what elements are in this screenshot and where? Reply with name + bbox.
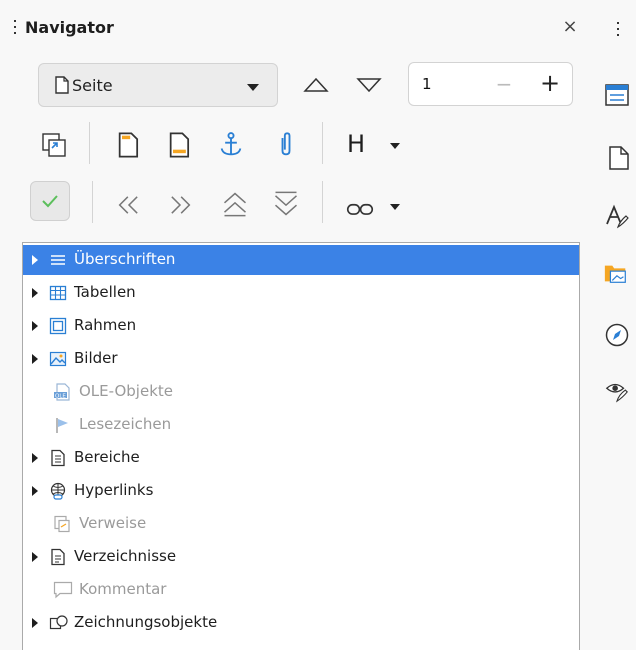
expand-arrow-icon[interactable] [32,453,38,463]
tree-item-label: Lesezeichen [79,415,172,433]
drag-mode-link-icon[interactable] [346,196,374,224]
hyperlink-globe-icon [49,482,67,500]
image-icon [49,350,67,368]
chevron-down-icon [247,84,259,91]
panel-title: Navigator [25,18,114,37]
header-icon[interactable] [115,131,143,159]
expand-arrow-icon[interactable] [32,288,38,298]
headings-icon [49,251,67,269]
promote-level-icon[interactable] [221,190,249,218]
previous-button[interactable] [303,77,329,93]
tree-item-label: Bilder [74,349,118,367]
expand-arrow-icon[interactable] [32,321,38,331]
heading-level-button[interactable]: H [347,130,365,158]
demote-level-icon[interactable] [272,190,300,218]
comment-icon [53,581,73,599]
sidebar-grip-icon[interactable] [617,22,620,40]
sidebar-tabbar [596,0,636,650]
table-icon [49,284,67,302]
drawing-object-icon [49,614,68,632]
tree-item[interactable]: Überschriften [23,245,579,275]
content-type-dropdown[interactable]: Seite [38,63,278,107]
promote-chapter-icon[interactable] [115,191,143,219]
increment-button[interactable]: + [527,63,573,105]
panel-grip-icon[interactable] [14,20,17,38]
anchor-icon[interactable] [217,131,245,159]
tree-item[interactable]: Verweise [23,509,579,539]
bookmark-icon [53,416,71,434]
frame-icon [49,317,67,335]
demote-chapter-icon[interactable] [166,191,194,219]
chevron-down-icon[interactable] [390,204,400,210]
page-number-stepper[interactable]: 1 − + [408,62,573,106]
reference-icon [53,515,71,533]
tree-item[interactable]: Lesezeichen [23,410,579,440]
content-type-label: Seite [72,76,113,95]
tree-item[interactable]: OLE OLE-Objekte [23,377,579,407]
style-inspector-icon[interactable] [604,378,630,404]
properties-icon[interactable] [604,82,630,108]
expand-arrow-icon[interactable] [32,486,38,496]
expand-arrow-icon[interactable] [32,552,38,562]
tree-item[interactable]: Rahmen [23,311,579,341]
tree-item[interactable]: Zeichnungsobjekte [23,608,579,638]
expand-arrow-icon[interactable] [32,618,38,628]
content-navigation-toggle[interactable] [30,181,70,221]
tree-item-label: Verzeichnisse [74,547,177,565]
close-button[interactable]: × [560,16,580,38]
gallery-icon[interactable] [603,260,629,286]
tree-item[interactable]: Verzeichnisse [23,542,579,572]
footer-icon[interactable] [166,131,194,159]
section-icon [49,449,67,467]
expand-arrow-icon[interactable] [32,354,38,364]
svg-text:OLE: OLE [55,394,66,400]
tree-item[interactable]: Kommentar [23,575,579,605]
tree-item-label: OLE-Objekte [79,382,173,400]
navigator-icon[interactable] [604,322,630,348]
tree-item-label: Hyperlinks [74,481,154,499]
tree-item-label: Verweise [79,514,147,532]
toggle-master-view-icon[interactable] [40,131,68,159]
check-icon [42,195,58,208]
page-number-input[interactable]: 1 [422,75,432,93]
tree-item-label: Bereiche [74,448,140,466]
expand-arrow-icon[interactable] [32,255,38,265]
content-tree[interactable]: Überschriften Tabellen Rahmen Bilder OLE OLE-… [22,242,580,650]
tree-item-label: Kommentar [79,580,167,598]
tree-item-label: Tabellen [74,283,136,301]
page-icon [55,76,69,94]
chevron-down-icon[interactable] [390,143,400,149]
paperclip-icon[interactable] [272,131,300,159]
index-icon [49,548,67,566]
tree-item[interactable]: Bilder [23,344,579,374]
navigator-panel: Navigator × Seite 1 − + H Überschriften … [0,0,596,650]
tree-item[interactable]: Hyperlinks [23,476,579,506]
styles-icon[interactable] [604,204,630,230]
next-button[interactable] [356,77,382,93]
tree-item-label: Zeichnungsobjekte [74,613,218,631]
page-icon[interactable] [606,145,632,171]
tree-item-label: Überschriften [74,250,176,268]
tree-item[interactable]: Bereiche [23,443,579,473]
tree-item[interactable]: Tabellen [23,278,579,308]
ole-object-icon: OLE [53,383,71,401]
tree-item-label: Rahmen [74,316,137,334]
decrement-button[interactable]: − [481,63,527,105]
